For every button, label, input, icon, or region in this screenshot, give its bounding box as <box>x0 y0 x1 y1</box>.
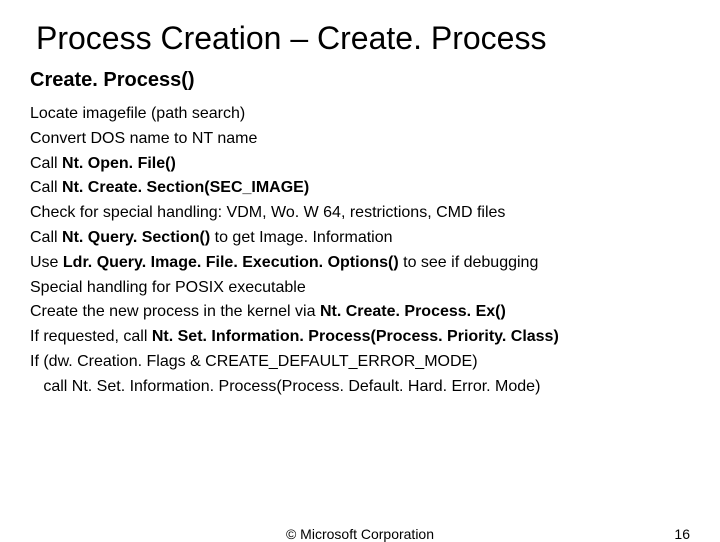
line-text-pre: Use <box>30 254 63 271</box>
body-line: Call Nt. Create. Section(SEC_IMAGE) <box>30 176 690 201</box>
line-text-bold: Nt. Set. Information. Process(Process. P… <box>152 328 559 345</box>
body-line: Special handling for POSIX executable <box>30 276 690 301</box>
line-text-pre: Special handling for POSIX executable <box>30 279 306 296</box>
body-line: call Nt. Set. Information. Process(Proce… <box>30 375 690 400</box>
body-line: Use Ldr. Query. Image. File. Execution. … <box>30 251 690 276</box>
body-line: Convert DOS name to NT name <box>30 127 690 152</box>
slide-body: Locate imagefile (path search) Convert DO… <box>30 102 690 400</box>
body-line: Check for special handling: VDM, Wo. W 6… <box>30 201 690 226</box>
line-text-pre: Locate imagefile (path search) <box>30 105 245 122</box>
slide: Process Creation – Create. Process Creat… <box>0 0 720 540</box>
line-text-pre: Call <box>30 229 62 246</box>
line-text-bold: Nt. Create. Section(SEC_IMAGE) <box>62 179 309 196</box>
line-text-post: to see if debugging <box>399 254 539 271</box>
line-text-pre: call Nt. Set. Information. Process(Proce… <box>30 378 540 395</box>
line-text-bold: Ldr. Query. Image. File. Execution. Opti… <box>63 254 399 271</box>
line-text-pre: Create the new process in the kernel via <box>30 303 320 320</box>
line-text-pre: Call <box>30 179 62 196</box>
line-text-pre: Call <box>30 155 62 172</box>
line-text-pre: If requested, call <box>30 328 152 345</box>
body-line: If (dw. Creation. Flags & CREATE_DEFAULT… <box>30 350 690 375</box>
line-text-bold: Nt. Query. Section() <box>62 229 210 246</box>
body-line: If requested, call Nt. Set. Information.… <box>30 325 690 350</box>
body-line: Call Nt. Query. Section() to get Image. … <box>30 226 690 251</box>
line-text-bold: Nt. Create. Process. Ex() <box>320 303 506 320</box>
slide-title: Process Creation – Create. Process <box>36 20 690 57</box>
body-line: Create the new process in the kernel via… <box>30 300 690 325</box>
line-text-pre: Convert DOS name to NT name <box>30 130 257 147</box>
body-line: Call Nt. Open. File() <box>30 152 690 177</box>
line-text-bold: Nt. Open. File() <box>62 155 176 172</box>
line-text-post: to get Image. Information <box>210 229 392 246</box>
line-text-pre: If (dw. Creation. Flags & CREATE_DEFAULT… <box>30 353 478 370</box>
slide-subtitle: Create. Process() <box>30 69 690 92</box>
line-text-pre: Check for special handling: VDM, Wo. W 6… <box>30 204 505 221</box>
body-line: Locate imagefile (path search) <box>30 102 690 127</box>
